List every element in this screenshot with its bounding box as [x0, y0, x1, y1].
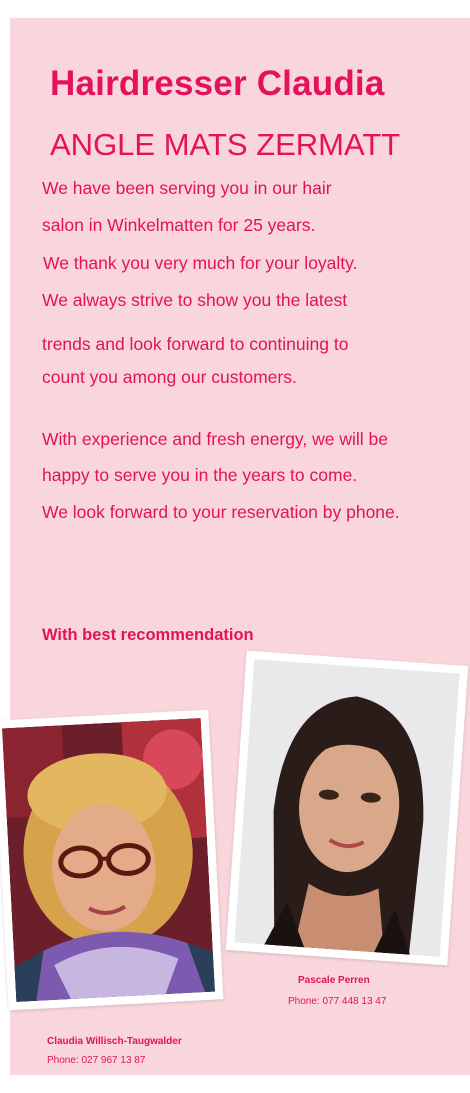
body-line-6: count you among our customers. [42, 367, 297, 387]
staff-name-pascale: Pascale Perren [298, 975, 370, 986]
portrait-pascale [234, 659, 460, 957]
staff-phone-claudia[interactable]: Phone: 027 967 13 87 [47, 1055, 145, 1066]
body-line-4: We always strive to show you the latest [42, 290, 348, 310]
body-line-3: We thank you very much for your loyalty. [43, 253, 358, 273]
salon-title: Hairdresser Claudia [50, 64, 385, 103]
photo-claudia-frame [0, 709, 224, 1011]
staff-name-claudia: Claudia Willisch-Taugwalder [47, 1036, 182, 1047]
salon-subtitle: ANGLE MATS ZERMATT [50, 127, 401, 162]
closing-recommendation: With best recommendation [42, 626, 254, 644]
body-line-7: With experience and fresh energy, we wil… [42, 429, 388, 449]
photo-pascale-frame [225, 650, 469, 966]
body-line-1: We have been serving you in our hair [42, 178, 332, 198]
body-line-8: happy to serve you in the years to come. [42, 465, 358, 485]
body-line-9: We look forward to your reservation by p… [42, 502, 400, 522]
staff-phone-pascale[interactable]: Phone: 077 448 13 47 [288, 996, 386, 1007]
body-line-5: trends and look forward to continuing to [42, 334, 349, 354]
portrait-claudia [1, 717, 216, 1003]
body-line-2: salon in Winkelmatten for 25 years. [42, 215, 316, 235]
